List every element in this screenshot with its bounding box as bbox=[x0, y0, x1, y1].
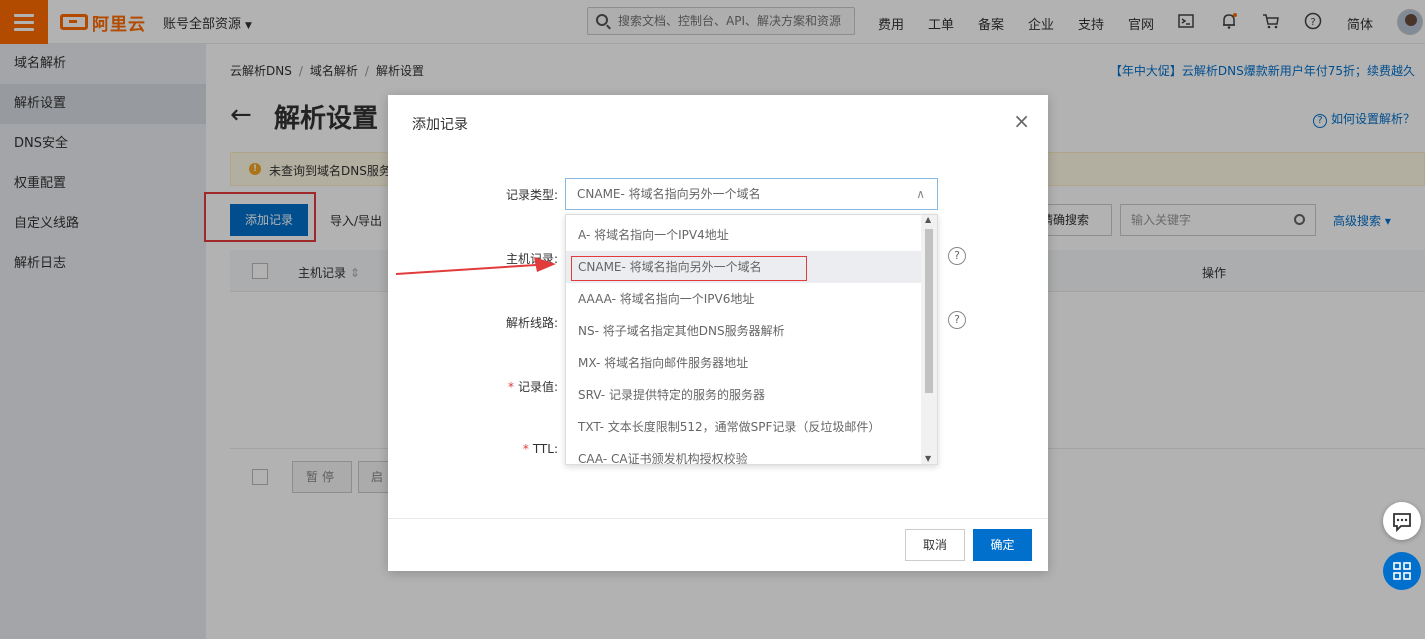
ttl-label-text: TTL: bbox=[532, 442, 558, 456]
option-txt[interactable]: TXT- 文本长度限制512，通常做SPF记录（反垃圾邮件） bbox=[566, 411, 923, 443]
host-help-icon[interactable]: ? bbox=[948, 247, 966, 265]
close-icon[interactable]: × bbox=[1013, 111, 1030, 131]
resolve-line-label: 解析线路: bbox=[505, 316, 558, 330]
scroll-down-icon[interactable]: ▼ bbox=[925, 454, 931, 463]
option-caa[interactable]: CAA- CA证书颁发机构授权校验 bbox=[566, 443, 923, 464]
scrollbar-thumb[interactable] bbox=[925, 229, 933, 393]
line-help-icon[interactable]: ? bbox=[948, 311, 966, 329]
confirm-button[interactable]: 确定 bbox=[973, 529, 1032, 561]
option-a[interactable]: A- 将域名指向一个IPV4地址 bbox=[566, 219, 923, 251]
record-type-label: 记录类型: bbox=[505, 188, 558, 202]
chat-icon bbox=[1393, 513, 1411, 533]
record-type-dropdown: A- 将域名指向一个IPV4地址 CNAME- 将域名指向另外一个域名 AAAA… bbox=[565, 214, 938, 465]
record-type-value: CNAME- 将域名指向另外一个域名 bbox=[577, 187, 761, 201]
scroll-up-icon[interactable]: ▲ bbox=[925, 215, 931, 224]
option-mx[interactable]: MX- 将域名指向邮件服务器地址 bbox=[566, 347, 923, 379]
dropdown-scrollbar[interactable]: ▲ ▼ bbox=[921, 215, 937, 464]
chat-fab[interactable] bbox=[1383, 502, 1421, 540]
record-value-label: * 记录值: bbox=[507, 380, 558, 394]
annotation-option-highlight bbox=[571, 256, 807, 281]
ttl-label: * TTL: bbox=[522, 442, 558, 456]
chevron-up-icon: ∧ bbox=[916, 187, 925, 201]
option-srv[interactable]: SRV- 记录提供特定的服务的服务器 bbox=[566, 379, 923, 411]
record-value-label-text: 记录值: bbox=[517, 380, 558, 394]
option-ns[interactable]: NS- 将子域名指定其他DNS服务器解析 bbox=[566, 315, 923, 347]
apps-fab[interactable] bbox=[1383, 552, 1421, 590]
option-aaaa[interactable]: AAAA- 将域名指向一个IPV6地址 bbox=[566, 283, 923, 315]
dialog-footer-divider bbox=[388, 518, 1048, 519]
cancel-button[interactable]: 取消 bbox=[905, 529, 965, 561]
dialog-title: 添加记录 bbox=[412, 117, 468, 133]
add-record-dialog: 添加记录 × 记录类型: CNAME- 将域名指向另外一个域名 ∧ 主机记录: … bbox=[388, 95, 1048, 571]
record-type-select[interactable]: CNAME- 将域名指向另外一个域名 ∧ bbox=[565, 178, 938, 210]
grid-icon bbox=[1393, 562, 1411, 580]
annotation-arrow-icon bbox=[396, 257, 556, 275]
